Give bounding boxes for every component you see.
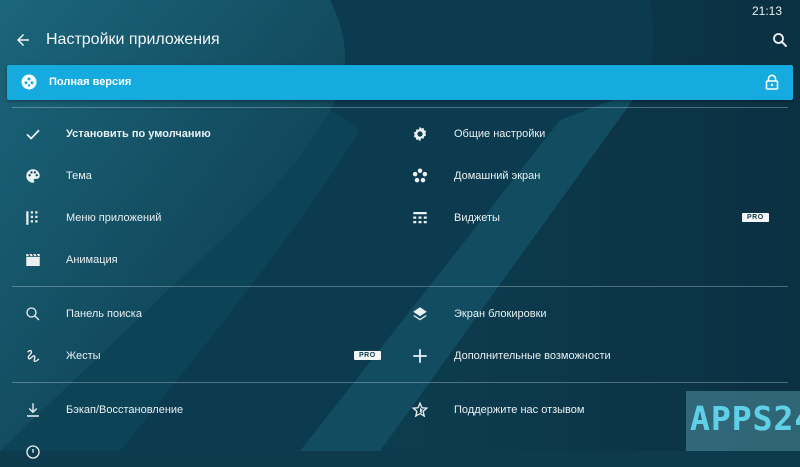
menu-item-label: Поддержите нас отзывом — [454, 404, 585, 416]
app-bar: Настройки приложения — [0, 22, 800, 62]
status-bar: 21:13 — [0, 0, 800, 22]
menu-item-label: Домашний экран — [454, 170, 541, 182]
menu-item-label: Анимация — [66, 254, 118, 266]
watermark-text: APPS24 — [690, 399, 800, 438]
menu-item-label: Экран блокировки — [454, 308, 547, 320]
menu-item-general-settings[interactable]: Общие настройки — [0, 119, 800, 149]
pro-badge: PRO — [742, 213, 769, 222]
flower-icon — [411, 167, 429, 185]
plus-icon — [411, 347, 429, 365]
menu-item-extra-features[interactable]: Дополнительные возможности — [0, 341, 800, 371]
star-icon — [411, 401, 429, 419]
menu-item-label: Виджеты — [454, 212, 500, 224]
full-version-label: Полная версия — [49, 76, 132, 88]
gear-icon — [411, 125, 429, 143]
lock-icon — [765, 74, 779, 90]
menu-item-rate-us[interactable]: Поддержите нас отзывом — [0, 395, 800, 425]
clapperboard-icon — [24, 251, 42, 269]
back-arrow-icon[interactable] — [14, 31, 32, 49]
layers-icon — [411, 305, 429, 323]
divider — [12, 382, 788, 383]
watermark: APPS24 — [686, 391, 800, 451]
pro-badge-icon — [20, 73, 38, 91]
menu-item-animation[interactable]: Анимация — [0, 245, 380, 275]
menu-item-label: Дополнительные возможности — [454, 350, 611, 362]
search-icon[interactable] — [771, 31, 789, 49]
divider — [12, 286, 788, 287]
menu-item-home-screen[interactable]: Домашний экран — [0, 161, 800, 191]
info-icon — [24, 443, 42, 461]
menu-item-label: Общие настройки — [454, 128, 546, 140]
menu-item-partial[interactable] — [0, 437, 380, 467]
menu-item-lock-screen[interactable]: Экран блокировки — [0, 299, 800, 329]
full-version-banner[interactable]: Полная версия — [7, 65, 793, 100]
page-title: Настройки приложения — [46, 31, 220, 48]
menu-item-widgets[interactable]: Виджеты PRO — [0, 203, 800, 233]
status-time: 21:13 — [751, 4, 782, 18]
widgets-icon — [411, 209, 429, 227]
divider — [12, 107, 788, 108]
